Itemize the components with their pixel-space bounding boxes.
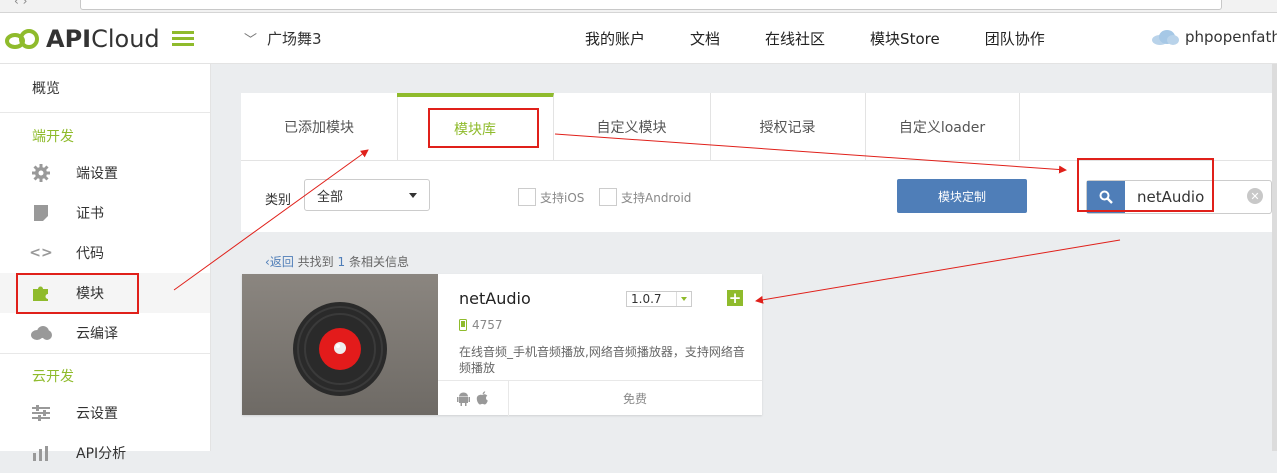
card-footer: 免费 bbox=[438, 380, 762, 416]
cloud-icon bbox=[30, 323, 52, 343]
code-icon: <> bbox=[29, 245, 53, 261]
nav-account[interactable]: 我的账户 bbox=[585, 28, 645, 49]
divider bbox=[0, 112, 210, 113]
tab-added-modules[interactable]: 已添加模块 bbox=[241, 93, 398, 160]
module-name[interactable]: netAudio bbox=[459, 289, 531, 308]
sidebar-item-label: 云编译 bbox=[76, 326, 118, 342]
tab-license-records[interactable]: 授权记录 bbox=[710, 93, 866, 160]
cloud-avatar-icon bbox=[1152, 30, 1179, 45]
project-selector[interactable]: ﹀ 广场舞3 bbox=[244, 28, 322, 49]
back-label: 返回 bbox=[269, 255, 294, 269]
divider bbox=[0, 353, 210, 354]
caret-down-icon bbox=[409, 193, 417, 198]
tab-label: 授权记录 bbox=[759, 119, 816, 136]
section-client-dev: 端开发 bbox=[32, 129, 74, 145]
sidebar: 概览 端开发 端设置 证书 <> 代码 模块 云编译 云开发 云设置 API分析 bbox=[0, 64, 211, 462]
platform-icons bbox=[438, 381, 509, 416]
annotation-box-modules bbox=[16, 273, 139, 314]
chart-icon bbox=[30, 443, 52, 463]
apicloud-logo-icon bbox=[5, 29, 39, 49]
sidebar-item-cloud-compile[interactable]: 云编译 bbox=[0, 313, 210, 353]
sidebar-item-label: 云设置 bbox=[76, 406, 118, 422]
checkbox-box[interactable] bbox=[518, 188, 536, 206]
annotation-box-module-library bbox=[428, 108, 539, 148]
nav-docs[interactable]: 文档 bbox=[690, 28, 720, 49]
tab-custom-modules[interactable]: 自定义模块 bbox=[553, 93, 711, 160]
caret-down-icon bbox=[676, 292, 691, 306]
chevron-down-icon: ﹀ bbox=[244, 33, 258, 48]
checkbox-box[interactable] bbox=[599, 188, 617, 206]
sliders-icon bbox=[30, 403, 52, 423]
back-link[interactable]: ‹返回 bbox=[265, 255, 294, 269]
result-suffix: 条相关信息 bbox=[348, 255, 409, 269]
clear-icon[interactable]: ✕ bbox=[1247, 188, 1263, 204]
project-name: 广场舞3 bbox=[267, 30, 322, 48]
checkbox-label: 支持iOS bbox=[540, 190, 585, 205]
logo[interactable]: APICloud bbox=[4, 25, 160, 53]
sidebar-item-label: 证书 bbox=[76, 206, 104, 222]
support-android-checkbox[interactable]: 支持Android bbox=[599, 188, 691, 206]
android-icon bbox=[457, 392, 470, 406]
support-ios-checkbox[interactable]: 支持iOS bbox=[518, 188, 584, 206]
sidebar-item-code[interactable]: <> 代码 bbox=[0, 233, 210, 273]
module-card[interactable]: netAudio 1.0.7 + 4757 在线音频_手机音频播放,网络音频播放… bbox=[242, 274, 762, 416]
module-description: 在线音频_手机音频播放,网络音频播放器，支持网络音频播放 bbox=[459, 345, 745, 375]
username: phpopenfathe bbox=[1185, 28, 1277, 46]
scrollbar[interactable] bbox=[1272, 64, 1277, 451]
top-header: APICloud ﹀ 广场舞3 我的账户 文档 在线社区 模块Store 团队协… bbox=[0, 13, 1277, 64]
sidebar-item-certificate[interactable]: 证书 bbox=[0, 193, 210, 233]
category-label: 类别 bbox=[265, 193, 292, 208]
module-price: 免费 bbox=[622, 392, 647, 406]
sidebar-item-overview[interactable]: 概览 bbox=[0, 68, 210, 108]
annotation-box-search bbox=[1077, 158, 1214, 212]
address-bar[interactable] bbox=[80, 0, 1222, 10]
user-menu[interactable]: phpopenfathe bbox=[1150, 28, 1277, 46]
result-prefix: 共找到 bbox=[297, 255, 334, 269]
version-select[interactable]: 1.0.7 bbox=[626, 291, 692, 307]
custom-module-button[interactable]: 模块定制 bbox=[897, 179, 1027, 213]
sidebar-item-api-analysis[interactable]: API分析 bbox=[0, 433, 210, 473]
menu-toggle-icon[interactable] bbox=[172, 31, 194, 47]
sidebar-item-cloud-settings[interactable]: 云设置 bbox=[0, 393, 210, 433]
version-value: 1.0.7 bbox=[631, 292, 662, 306]
section-cloud-dev: 云开发 bbox=[32, 369, 74, 385]
sidebar-item-label: API分析 bbox=[76, 446, 127, 462]
vinyl-record-icon bbox=[293, 302, 387, 396]
category-value: 全部 bbox=[317, 189, 344, 205]
sidebar-item-label: 代码 bbox=[76, 246, 104, 262]
nav-team[interactable]: 团队协作 bbox=[985, 28, 1045, 49]
browser-nav-icon[interactable]: ‹ › bbox=[14, 0, 27, 8]
result-count: 1 bbox=[337, 255, 346, 269]
tab-label: 自定义loader bbox=[898, 119, 986, 136]
apple-icon bbox=[476, 391, 488, 405]
certificate-icon bbox=[30, 203, 52, 223]
tab-label: 已添加模块 bbox=[284, 119, 354, 136]
module-thumbnail bbox=[242, 274, 438, 415]
category-select[interactable]: 全部 bbox=[304, 179, 430, 211]
tab-custom-loader[interactable]: 自定义loader bbox=[865, 93, 1020, 160]
checkbox-label: 支持Android bbox=[621, 190, 692, 205]
phone-icon bbox=[459, 319, 467, 331]
download-count: 4757 bbox=[459, 318, 503, 332]
gear-icon bbox=[30, 163, 52, 183]
logo-text: APICloud bbox=[46, 25, 160, 53]
sidebar-item-label: 端设置 bbox=[76, 166, 118, 182]
sidebar-item-label: 概览 bbox=[32, 81, 60, 97]
top-nav: 我的账户 文档 在线社区 模块Store 团队协作 bbox=[585, 28, 1090, 49]
download-value: 4757 bbox=[472, 318, 503, 332]
nav-community[interactable]: 在线社区 bbox=[765, 28, 825, 49]
sidebar-item-client-settings[interactable]: 端设置 bbox=[0, 153, 210, 193]
browser-chrome: ‹ › bbox=[0, 0, 1277, 13]
arrow-to-add-button bbox=[755, 239, 1121, 304]
result-summary: ‹返回 共找到 1 条相关信息 bbox=[265, 253, 409, 270]
nav-module-store[interactable]: 模块Store bbox=[870, 28, 940, 49]
tab-label: 自定义模块 bbox=[596, 119, 667, 136]
add-module-button[interactable]: + bbox=[727, 290, 743, 306]
